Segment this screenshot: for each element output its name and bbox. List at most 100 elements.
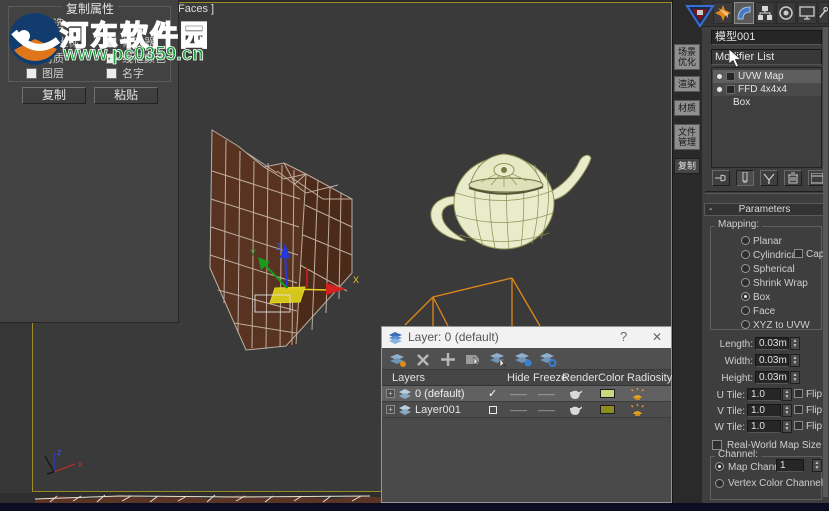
radio-face-label[interactable]: Face bbox=[753, 306, 775, 317]
u-tile-spinner[interactable]: ▲▼ bbox=[782, 388, 792, 401]
column-radiosity[interactable]: Radiosity bbox=[627, 372, 672, 384]
layer-checkbox[interactable] bbox=[26, 68, 37, 79]
radio-box-label[interactable]: Box bbox=[753, 292, 770, 303]
sidetab-render[interactable]: 渲染 bbox=[674, 76, 700, 92]
sidetab-scene-optimization[interactable]: 场景优化 bbox=[674, 44, 700, 70]
radio-shrink-wrap[interactable] bbox=[741, 278, 750, 287]
radio-spherical-label[interactable]: Spherical bbox=[753, 264, 795, 275]
radio-xyz-to-uvw-label[interactable]: XYZ to UVW bbox=[753, 320, 810, 331]
width-field[interactable]: 0.03m bbox=[755, 354, 789, 367]
select-objects-layer-button[interactable] bbox=[514, 352, 532, 367]
select-all-checkbox[interactable] bbox=[26, 18, 37, 29]
box-mesh-object[interactable] bbox=[210, 130, 352, 350]
hide-toggle[interactable]: —— bbox=[510, 405, 526, 415]
vertex-color-label[interactable]: Vertex Color Channel bbox=[728, 478, 823, 489]
parameters-rollout-header[interactable]: - Parameters bbox=[704, 203, 825, 216]
cap-checkbox[interactable] bbox=[794, 249, 803, 258]
material-label[interactable]: 材质 bbox=[42, 54, 64, 65]
object-name-field[interactable]: 模型001 bbox=[711, 30, 822, 45]
sidetab-copy[interactable]: 复制 bbox=[674, 158, 700, 174]
freeze-toggle[interactable]: —— bbox=[538, 405, 554, 415]
make-unique-button[interactable] bbox=[760, 170, 778, 186]
modifier-enable-bulb-icon[interactable] bbox=[716, 86, 723, 93]
radiosity-icon[interactable] bbox=[630, 404, 645, 416]
sidetab-file-management[interactable]: 文件管理 bbox=[674, 124, 700, 150]
create-new-layer-button[interactable] bbox=[389, 352, 407, 367]
radio-face[interactable] bbox=[741, 306, 750, 315]
uv-coords-label[interactable]: UV坐标 bbox=[42, 38, 79, 49]
v-tile-spinner[interactable]: ▲▼ bbox=[782, 404, 792, 417]
tab-modify[interactable] bbox=[734, 2, 754, 24]
u-flip-label[interactable]: Flip bbox=[806, 389, 822, 400]
select-all-label[interactable]: 全选 bbox=[42, 19, 64, 30]
wire-color-label[interactable]: 线框颜色 bbox=[122, 54, 166, 65]
cap-label[interactable]: Cap bbox=[806, 249, 824, 260]
viewport-shading-label[interactable]: Faces ] bbox=[178, 4, 214, 15]
layer-dialog-titlebar[interactable]: Layer: 0 (default) ? ✕ bbox=[382, 327, 671, 348]
pin-stack-button[interactable] bbox=[712, 170, 730, 186]
modifier-checkbox[interactable] bbox=[106, 37, 117, 48]
teapot-object[interactable] bbox=[431, 154, 591, 249]
tab-create[interactable] bbox=[713, 2, 733, 24]
wire-color-checkbox[interactable] bbox=[106, 53, 117, 64]
show-end-result-button[interactable] bbox=[736, 170, 754, 186]
radio-shrink-wrap-label[interactable]: Shrink Wrap bbox=[753, 278, 808, 289]
render-teapot-icon[interactable] bbox=[568, 406, 582, 415]
w-flip-label[interactable]: Flip bbox=[806, 421, 822, 432]
material-checkbox[interactable] bbox=[26, 53, 37, 64]
column-hide[interactable]: Hide bbox=[507, 372, 530, 384]
column-render[interactable]: Render bbox=[562, 372, 598, 384]
layer-settings-button[interactable] bbox=[539, 352, 557, 367]
modifier-list-dropdown[interactable]: Modifier List bbox=[711, 49, 822, 65]
column-color[interactable]: Color bbox=[598, 372, 624, 384]
modifier-enable-bulb-icon[interactable] bbox=[716, 73, 723, 80]
tab-motion[interactable] bbox=[776, 2, 796, 24]
length-spinner[interactable]: ▲▼ bbox=[790, 337, 800, 350]
current-layer-indicator[interactable]: ✓ bbox=[488, 387, 497, 400]
render-teapot-icon[interactable] bbox=[568, 390, 582, 399]
u-flip-checkbox[interactable] bbox=[794, 389, 803, 398]
add-to-layer-button[interactable] bbox=[440, 352, 456, 367]
length-field[interactable]: 0.03m bbox=[755, 337, 789, 350]
radio-planar-label[interactable]: Planar bbox=[753, 236, 782, 247]
layer-name[interactable]: 0 (default) bbox=[415, 388, 465, 400]
panel-scrollbar[interactable] bbox=[823, 27, 828, 497]
rollout-collapse-icon[interactable]: - bbox=[709, 204, 712, 215]
map-channel-field[interactable]: 1 bbox=[776, 459, 804, 472]
modifier-label[interactable]: 修改器 bbox=[122, 38, 155, 49]
radio-spherical[interactable] bbox=[741, 264, 750, 273]
select-layer-objects-button[interactable] bbox=[464, 352, 482, 367]
name-label[interactable]: 名字 bbox=[122, 69, 144, 80]
sidetab-material[interactable]: 材质 bbox=[674, 100, 700, 116]
layer-color-swatch[interactable] bbox=[600, 389, 615, 398]
radio-vertex-color[interactable] bbox=[715, 479, 724, 488]
v-flip-checkbox[interactable] bbox=[794, 405, 803, 414]
tab-utilities[interactable] bbox=[818, 2, 829, 24]
remove-modifier-button[interactable] bbox=[784, 170, 802, 186]
delete-layer-button[interactable] bbox=[415, 352, 431, 367]
hide-toggle[interactable]: —— bbox=[510, 389, 526, 399]
help-button[interactable]: ? bbox=[620, 329, 627, 344]
close-button[interactable]: ✕ bbox=[652, 330, 662, 344]
radio-planar[interactable] bbox=[741, 236, 750, 245]
expand-icon[interactable]: + bbox=[386, 405, 395, 414]
layer-label[interactable]: 图层 bbox=[42, 69, 64, 80]
uv-coords-checkbox[interactable] bbox=[26, 37, 37, 48]
height-spinner[interactable]: ▲▼ bbox=[790, 371, 800, 384]
u-tile-field[interactable]: 1.0 bbox=[747, 388, 781, 401]
stack-item-ffd[interactable]: FFD 4x4x4 bbox=[713, 83, 821, 96]
radio-map-channel[interactable] bbox=[715, 462, 724, 471]
layer-row-layer001[interactable]: + Layer001 —— —— bbox=[382, 402, 671, 418]
radio-box[interactable] bbox=[741, 292, 750, 301]
layer-name[interactable]: Layer001 bbox=[415, 404, 461, 416]
name-checkbox[interactable] bbox=[106, 68, 117, 79]
copy-button[interactable]: 复制 bbox=[22, 87, 86, 104]
v-tile-field[interactable]: 1.0 bbox=[747, 404, 781, 417]
radio-cylindrical-label[interactable]: Cylindrical bbox=[753, 250, 799, 261]
layer-color-swatch[interactable] bbox=[600, 405, 615, 414]
w-tile-field[interactable]: 1.0 bbox=[747, 420, 781, 433]
column-layers[interactable]: Layers bbox=[392, 372, 425, 384]
freeze-toggle[interactable]: —— bbox=[538, 389, 554, 399]
not-current-indicator[interactable] bbox=[489, 406, 497, 414]
orange-box-wireframe[interactable] bbox=[405, 278, 540, 326]
